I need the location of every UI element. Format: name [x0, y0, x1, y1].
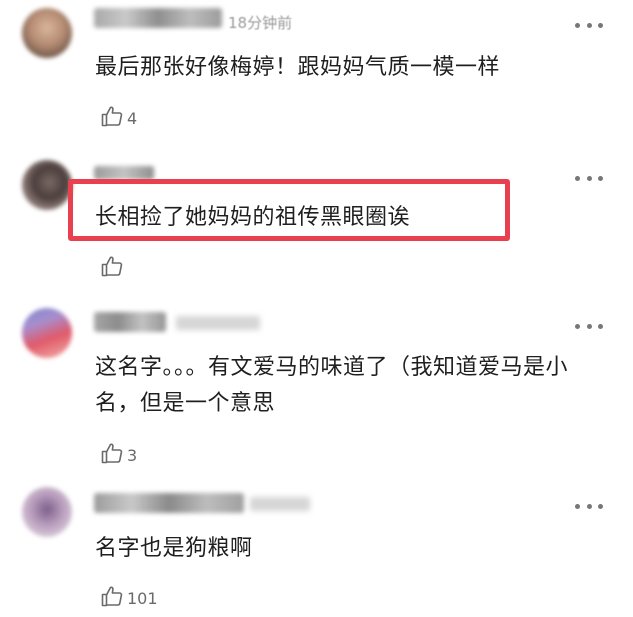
thumbs-up-icon — [101, 443, 123, 464]
avatar[interactable] — [22, 308, 72, 358]
username-redacted[interactable] — [94, 493, 244, 513]
comment-item: 这名字。。。有文爱马的味道了（我知道爱马是小名，但是一个意思 3 — [0, 290, 633, 475]
comment-time-redacted — [176, 316, 260, 330]
more-options-icon[interactable] — [575, 174, 603, 182]
comment-time: 18分钟前 — [228, 14, 293, 32]
avatar[interactable] — [22, 160, 72, 210]
avatar[interactable] — [22, 487, 72, 537]
username-redacted[interactable] — [94, 166, 154, 180]
avatar[interactable] — [22, 8, 72, 58]
like-button[interactable] — [100, 250, 127, 278]
highlight-box — [68, 179, 510, 241]
comment-item: 18分钟前 最后那张好像梅婷！跟妈妈气质一模一样 4 — [0, 0, 633, 140]
comment-text: 名字也是狗粮啊 — [95, 536, 253, 561]
comment-text: 这名字。。。有文爱马的味道了（我知道爱马是小名，但是一个意思 — [95, 355, 569, 416]
like-count: 4 — [127, 109, 138, 128]
more-options-icon[interactable] — [575, 322, 603, 330]
like-count: 101 — [127, 589, 158, 608]
like-button[interactable]: 4 — [100, 100, 137, 128]
comment-item: 名字也是狗粮啊 101 — [0, 475, 633, 617]
like-button[interactable]: 3 — [100, 437, 137, 465]
username-redacted[interactable] — [94, 8, 222, 28]
more-options-icon[interactable] — [575, 502, 603, 510]
comment-text: 最后那张好像梅婷！跟妈妈气质一模一样 — [95, 55, 501, 80]
more-options-icon[interactable] — [575, 21, 603, 29]
thumbs-up-icon — [101, 586, 123, 607]
comment-time-redacted — [250, 497, 310, 511]
username-redacted[interactable] — [94, 312, 166, 332]
thumbs-up-icon — [101, 106, 123, 127]
like-button[interactable]: 101 — [100, 580, 158, 608]
like-count: 3 — [127, 446, 138, 465]
thumbs-up-icon — [101, 256, 123, 277]
